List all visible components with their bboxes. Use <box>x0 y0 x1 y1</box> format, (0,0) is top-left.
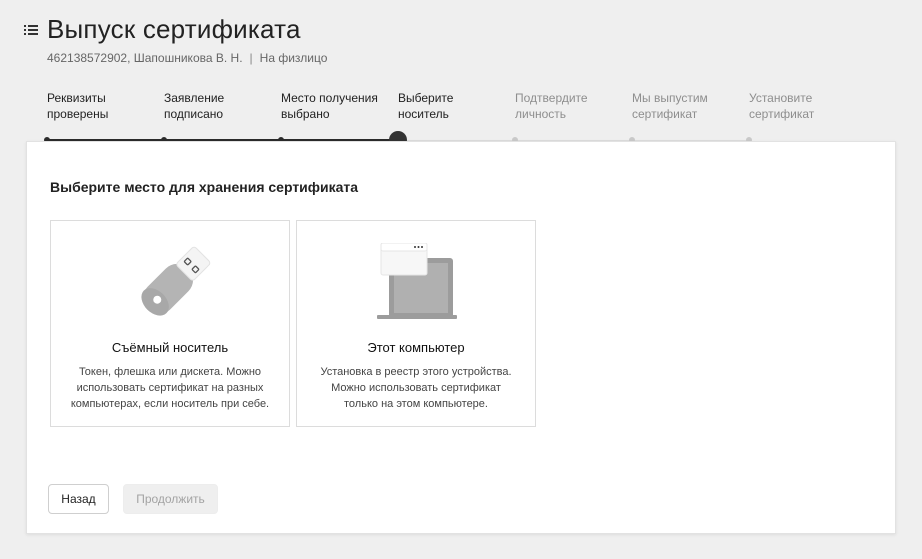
step-label-5: Подтвердите личность <box>515 90 625 122</box>
usb-drive-icon <box>141 246 211 316</box>
option-this-computer[interactable]: Этот компьютер Установка в реестр этого … <box>296 220 536 427</box>
option-computer-description: Установка в реестр этого устройства. Мож… <box>307 364 525 412</box>
step-5-line2: личность <box>515 107 567 121</box>
back-button[interactable]: Назад <box>48 484 109 514</box>
option-computer-desc-line3: только на этом компьютере. <box>344 398 488 410</box>
step-1-line2: проверены <box>47 107 109 121</box>
step-label-3: Место получения выбрано <box>281 90 391 122</box>
option-computer-desc-line2: Можно использовать сертификат <box>331 382 501 394</box>
step-3-line2: выбрано <box>281 107 330 121</box>
step-4-line2: носитель <box>398 107 449 121</box>
page-title: Выпуск сертификата <box>47 14 301 44</box>
step-label-4: Выберите носитель <box>398 90 508 122</box>
step-3-line1: Место получения <box>281 91 378 105</box>
list-menu-icon[interactable] <box>24 24 38 36</box>
option-computer-desc-line1: Установка в реестр этого устройства. <box>320 366 512 378</box>
step-label-1: Реквизиты проверены <box>47 90 157 122</box>
option-removable-title: Съёмный носитель <box>111 340 229 355</box>
laptop-icon <box>377 243 457 319</box>
subtitle-owner: 462138572902, Шапошникова В. Н. <box>47 51 243 65</box>
step-2-line2: подписано <box>164 107 224 121</box>
step-7-line1: Установите <box>749 91 813 105</box>
step-2-line1: Заявление <box>164 91 225 105</box>
option-removable-media[interactable]: Съёмный носитель Токен, флешка или диске… <box>50 220 290 427</box>
option-removable-desc-line2: использовать сертификат на разных <box>76 382 264 394</box>
step-label-6: Мы выпустим сертификат <box>632 90 742 122</box>
step-label-2: Заявление подписано <box>164 90 274 122</box>
step-6-line1: Мы выпустим <box>632 91 708 105</box>
page-subtitle: 462138572902, Шапошникова В. Н. | На физли… <box>47 51 327 65</box>
continue-button[interactable]: Продолжить <box>123 484 218 514</box>
step-4-line1: Выберите <box>398 91 454 105</box>
option-removable-desc-line3: компьютерах, если носитель при себе. <box>70 398 270 410</box>
storage-selection-panel: Выберите место для хранения сертификата … <box>26 141 896 534</box>
step-label-7: Установите сертификат <box>749 90 859 122</box>
step-1-line1: Реквизиты <box>47 91 106 105</box>
subtitle-separator: | <box>249 51 253 65</box>
panel-heading: Выберите место для хранения сертификата <box>50 179 359 195</box>
step-6-line2: сертификат <box>632 107 698 121</box>
subtitle-cert-type: На физлицо <box>259 51 328 65</box>
option-removable-desc-line1: Токен, флешка или дискета. Можно <box>78 366 262 378</box>
option-removable-description: Токен, флешка или дискета. Можно использ… <box>61 364 279 412</box>
option-computer-title: Этот компьютер <box>367 340 465 355</box>
step-5-line1: Подтвердите <box>515 91 588 105</box>
step-7-line2: сертификат <box>749 107 815 121</box>
